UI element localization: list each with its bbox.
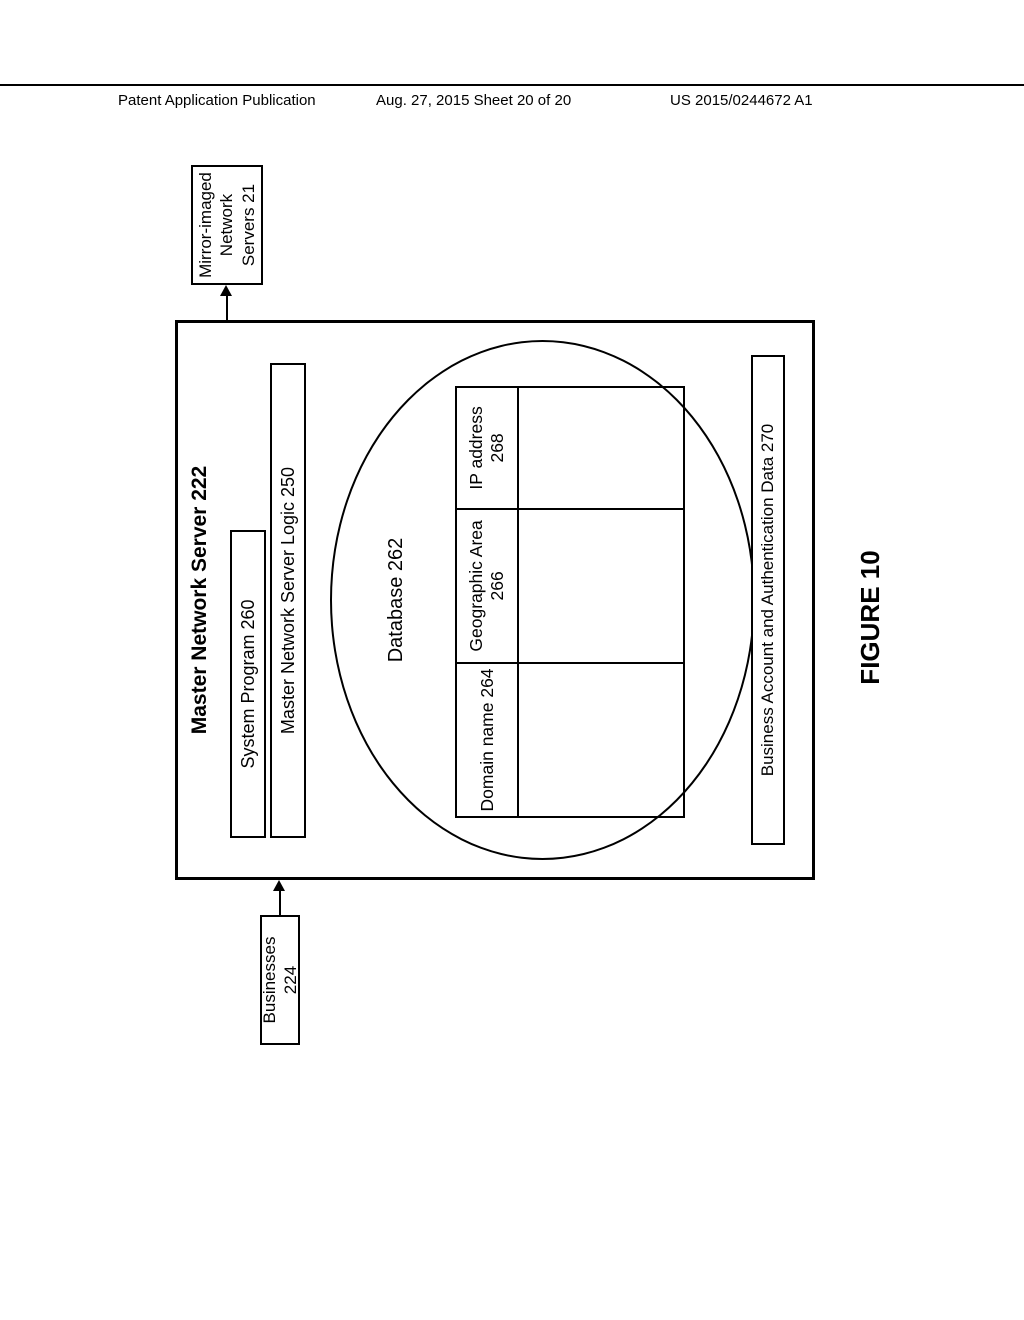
db-col-domain-body <box>519 664 683 816</box>
db-col-ip: IP address 268 <box>457 388 683 508</box>
arrow-master-to-mirror <box>226 294 228 320</box>
db-col-ip-body <box>519 388 683 508</box>
auth-data-box: Business Account and Authentication Data… <box>751 355 785 845</box>
businesses-label: Businesses 224 <box>259 921 302 1039</box>
server-logic-box: Master Network Server Logic 250 <box>270 363 306 838</box>
header-left: Patent Application Publication <box>118 92 316 109</box>
db-col-ip-header: IP address 268 <box>457 388 519 508</box>
mirror-box: Mirror-imaged Network Servers 21 <box>191 165 263 285</box>
db-col-geo-body <box>519 510 683 662</box>
db-table: Domain name 264 Geographic Area 266 IP a… <box>455 386 685 818</box>
page-header: Patent Application Publication Aug. 27, … <box>0 84 1024 90</box>
arrow-businesses-to-master <box>279 889 281 915</box>
diagram-rotated-viewport: Businesses 224 Mirror-imaged Network Ser… <box>60 220 965 1015</box>
auth-data-label: Business Account and Authentication Data… <box>757 424 778 777</box>
db-col-domain-header: Domain name 264 <box>457 664 519 816</box>
businesses-box: Businesses 224 <box>260 915 300 1045</box>
diagram-canvas: Businesses 224 Mirror-imaged Network Ser… <box>115 165 910 1070</box>
arrowhead-businesses-icon <box>273 880 285 891</box>
system-program-box: System Program 260 <box>230 530 266 838</box>
database-label: Database 262 <box>385 340 408 860</box>
db-col-geo-header: Geographic Area 266 <box>457 510 519 662</box>
mirror-label: Mirror-imaged Network Servers 21 <box>195 171 259 279</box>
db-col-domain: Domain name 264 <box>457 662 683 816</box>
master-title: Master Network Server 222 <box>188 323 212 877</box>
server-logic-label: Master Network Server Logic 250 <box>277 467 300 734</box>
figure-label: FIGURE 10 <box>855 165 886 1070</box>
system-program-label: System Program 260 <box>237 599 260 768</box>
arrowhead-mirror-icon <box>220 285 232 296</box>
header-center: Aug. 27, 2015 Sheet 20 of 20 <box>376 92 571 109</box>
header-right: US 2015/0244672 A1 <box>670 92 813 109</box>
db-col-geo: Geographic Area 266 <box>457 508 683 662</box>
